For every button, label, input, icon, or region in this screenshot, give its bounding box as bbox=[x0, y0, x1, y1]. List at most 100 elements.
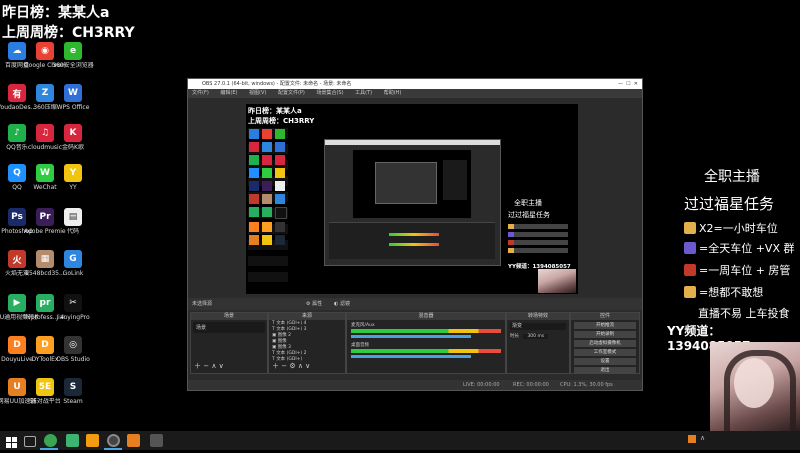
desktop-icon[interactable]: ▤ 代码 bbox=[52, 208, 94, 235]
mixer-channel-mic: 麦克风/Aux bbox=[347, 320, 505, 340]
mixer-mic-label: 麦克风/Aux bbox=[351, 323, 375, 328]
menu-file[interactable]: 文件(F) bbox=[192, 90, 209, 96]
right-line-1: X2=一小时车位 bbox=[684, 220, 778, 236]
desktop-icon-label: 360安全浏览器 bbox=[52, 62, 94, 69]
app-icon: G bbox=[64, 250, 82, 268]
source-list[interactable]: T 文本 (GDI+) 4 T 文本 (GDI+) 3 ▣ 图像 2 ▣ 图像 … bbox=[269, 320, 345, 364]
no-source-label: 未选择源 bbox=[192, 301, 213, 307]
app-taskbar-icon[interactable] bbox=[86, 434, 99, 447]
controls-header: 控件 bbox=[571, 313, 639, 320]
scene-controls[interactable]: ＋ − ∧ ∨ bbox=[194, 361, 224, 371]
obs-taskbar-icon[interactable] bbox=[44, 434, 57, 447]
duration-input[interactable]: 300 ms bbox=[523, 334, 549, 339]
obs-menubar[interactable]: 文件(F) 编辑(E) 视图(V) 配置文件(P) 场景集合(S) 工具(T) … bbox=[188, 89, 642, 98]
start-recording-button[interactable]: 开始录制 bbox=[574, 331, 636, 338]
scenes-dock: 场景 场景 ＋ − ∧ ∨ bbox=[190, 312, 268, 374]
obs-preview-canvas[interactable]: 昨日榜：某某人a 上周周榜：CH3RRY 全职主播 过过福星任务 YY频道：13… bbox=[246, 104, 578, 294]
rank-last-week: 上周周榜：CH3RRY bbox=[2, 25, 135, 41]
desktop-icon[interactable]: Y YY bbox=[52, 164, 94, 191]
controls-dock: 控件 开始推流 开始录制 启动虚拟摄像机 工作室模式 设置 退出 bbox=[570, 312, 640, 374]
right-title2: 过过福星任务 bbox=[684, 195, 775, 213]
properties-button[interactable]: ⚙ 属性 bbox=[306, 298, 322, 310]
filters-button[interactable]: ◐ 滤镜 bbox=[334, 298, 350, 310]
desktop-icon[interactable]: e 360安全浏览器 bbox=[52, 42, 94, 69]
desktop-icon-label: Steam bbox=[63, 398, 83, 405]
window-controls[interactable]: — ☐ ✕ bbox=[618, 79, 638, 89]
right-title1: 全职主播 bbox=[704, 169, 760, 185]
taskbar: ∧ bbox=[0, 431, 800, 450]
mixer-header: 混音器 bbox=[347, 313, 505, 320]
app-icon: ◎ bbox=[64, 336, 82, 354]
right-note: 直播不易 上车投食 bbox=[698, 307, 790, 320]
mic-volume-slider[interactable] bbox=[351, 335, 471, 338]
filters-label: 滤镜 bbox=[339, 301, 350, 307]
desktop-icon-label: OBS Studio bbox=[56, 356, 90, 363]
exit-button[interactable]: 退出 bbox=[574, 367, 636, 374]
obs-studio-taskbar-icon[interactable] bbox=[107, 434, 120, 447]
scene-item[interactable]: 场景 bbox=[193, 322, 265, 333]
sources-header: 来源 bbox=[269, 313, 345, 320]
menu-view[interactable]: 视图(V) bbox=[249, 90, 266, 96]
duration-label: 时长 bbox=[510, 334, 519, 339]
obs-statusbar: LIVE: 00:00:00 REC: 00:00:00 CPU: 1.3%, … bbox=[188, 380, 642, 390]
desktop-icon-label: 金码K歌 bbox=[62, 144, 84, 151]
live-timer: LIVE: 00:00:00 bbox=[463, 382, 500, 388]
desktop-icon-label: 代码 bbox=[66, 228, 79, 235]
rank-yesterday: 昨日榜：某某人a bbox=[2, 5, 110, 21]
transitions-dock: 转场特效 渐变 时长 300 ms bbox=[506, 312, 570, 374]
mixer-desktop-label: 桌面音频 bbox=[351, 343, 369, 348]
desktop-icon[interactable]: ✂ JianyingPro bbox=[52, 294, 94, 321]
start-virtual-camera-button[interactable]: 启动虚拟摄像机 bbox=[574, 340, 636, 347]
preview-right-title2: 过过福星任务 bbox=[508, 211, 550, 219]
menu-tools[interactable]: 工具(T) bbox=[355, 90, 372, 96]
source-toolbar: 未选择源 ⚙ 属性 ◐ 滤镜 bbox=[188, 298, 642, 310]
desktop-volume-slider[interactable] bbox=[351, 355, 471, 358]
desktop-icon-label: YY bbox=[69, 184, 77, 191]
right-line-2: =全天车位 +VX 群 bbox=[684, 240, 795, 256]
preview-right-title1: 全职主播 bbox=[514, 199, 542, 207]
preview-rank-last-week: 上周周榜：CH3RRY bbox=[248, 117, 315, 125]
transition-select[interactable]: 渐变 bbox=[510, 323, 566, 330]
webcam-feed bbox=[710, 342, 800, 436]
preview-desktop-icons bbox=[248, 128, 288, 288]
audio-mixer-dock: 混音器 麦克风/Aux 桌面音频 bbox=[346, 312, 506, 374]
desktop-icon[interactable]: W WPS Office bbox=[52, 84, 94, 111]
menu-edit[interactable]: 编辑(E) bbox=[220, 90, 237, 96]
reward-icon-3 bbox=[684, 264, 696, 276]
cpu-status: CPU: 1.3%, 30.00 fps bbox=[560, 382, 613, 388]
obs-titlebar[interactable]: OBS 27.0.1 (64-bit, windows) - 配置文件: 未命名… bbox=[188, 79, 642, 89]
scenes-header: 场景 bbox=[191, 313, 267, 320]
obs-window[interactable]: OBS 27.0.1 (64-bit, windows) - 配置文件: 未命名… bbox=[187, 78, 643, 391]
menu-profile[interactable]: 配置文件(P) bbox=[278, 90, 305, 96]
media-taskbar-icon[interactable] bbox=[127, 434, 140, 447]
menu-help[interactable]: 帮助(H) bbox=[384, 90, 402, 96]
source-controls[interactable]: ＋ − ⚙ ∧ ∨ bbox=[272, 361, 310, 371]
menu-scene-collection[interactable]: 场景集合(S) bbox=[316, 90, 343, 96]
desktop-icon[interactable]: ◎ OBS Studio bbox=[52, 336, 94, 363]
task-view-icon[interactable] bbox=[24, 436, 36, 447]
preview-webcam bbox=[538, 269, 576, 293]
app-icon: K bbox=[64, 124, 82, 142]
nested-obs-preview bbox=[324, 139, 501, 266]
desktop-icon[interactable]: S Steam bbox=[52, 378, 94, 405]
desktop-icon[interactable]: K 金码K歌 bbox=[52, 124, 94, 151]
transitions-header: 转场特效 bbox=[507, 313, 569, 320]
app-icon: Y bbox=[64, 164, 82, 182]
reward-icon-2 bbox=[684, 242, 696, 254]
windows-start-icon[interactable] bbox=[5, 434, 18, 448]
studio-mode-button[interactable]: 工作室模式 bbox=[574, 349, 636, 356]
reward-icon-1 bbox=[684, 222, 696, 234]
tray-icon[interactable] bbox=[688, 435, 696, 443]
settings-button[interactable]: 设置 bbox=[574, 358, 636, 365]
desktop-icon[interactable]: G GoLink bbox=[52, 250, 94, 277]
rec-timer: REC: 00:00:00 bbox=[513, 382, 549, 388]
tray-chevron-icon[interactable]: ∧ bbox=[700, 434, 705, 442]
app-icon: ▤ bbox=[64, 208, 82, 226]
douyu-taskbar-icon[interactable] bbox=[66, 434, 79, 447]
duration-row: 时长 300 ms bbox=[510, 333, 566, 339]
folder-taskbar-icon[interactable] bbox=[150, 434, 163, 447]
start-streaming-button[interactable]: 开始推流 bbox=[574, 322, 636, 329]
properties-label: 属性 bbox=[312, 301, 323, 307]
preview-rank-yesterday: 昨日榜：某某人a bbox=[248, 107, 302, 115]
app-icon: e bbox=[64, 42, 82, 60]
